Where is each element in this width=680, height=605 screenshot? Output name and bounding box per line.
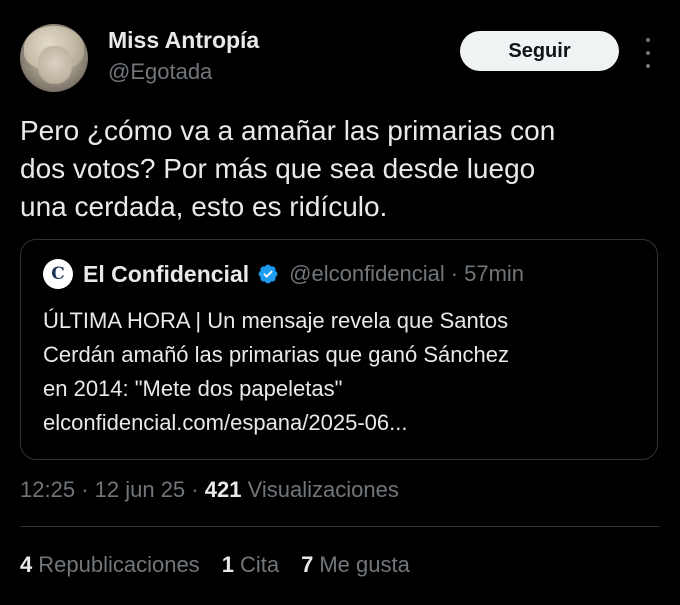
likes-label: Me gusta: [319, 552, 410, 577]
tweet-line: dos votos? Por más que sea desde luego: [20, 153, 536, 184]
quotes-stat[interactable]: 1 Cita: [222, 552, 279, 578]
tweet-time[interactable]: 12:25: [20, 477, 75, 502]
verified-badge-icon: [258, 264, 278, 284]
engagement-stats: 4 Republicaciones 1 Cita 7 Me gusta: [20, 552, 432, 578]
author-name[interactable]: Miss Antropía: [108, 27, 259, 54]
avatar-face: [38, 46, 72, 84]
tweet-date[interactable]: 12 jun 25: [95, 477, 186, 502]
views-count: 421: [204, 477, 242, 502]
more-vertical-icon[interactable]: [638, 38, 658, 68]
quoted-tweet-time[interactable]: 57min: [464, 261, 524, 287]
quotes-label: Cita: [239, 552, 280, 577]
views-label: Visualizaciones: [247, 477, 399, 502]
tweet-line: una cerdada, esto es ridículo.: [20, 191, 388, 222]
separator-dot: ·: [450, 261, 459, 286]
reposts-stat[interactable]: 4 Republicaciones: [20, 552, 200, 578]
quoted-tweet-text: ÚLTIMA HORA | Un mensaje revela que Sant…: [43, 304, 643, 440]
quotes-count: 1: [221, 552, 234, 577]
quoted-link[interactable]: elconfidencial.com/espana/2025-06...: [43, 406, 643, 440]
quoted-line: Cerdán amañó las primarias que ganó Sánc…: [43, 342, 509, 367]
quoted-tweet-card[interactable]: C El Confidencial @elconfidencial · 57mi…: [20, 239, 658, 460]
quoted-author-avatar[interactable]: C: [43, 259, 73, 289]
tweet-metadata: 12:25 · 12 jun 25 · 421 Visualizaciones: [20, 477, 399, 503]
quoted-avatar-letter: C: [51, 264, 65, 284]
quoted-line: en 2014: "Mete dos papeletas": [43, 376, 343, 401]
separator-dot: ·: [191, 477, 199, 502]
author-handle[interactable]: @Egotada: [108, 59, 212, 85]
dot: [646, 51, 650, 55]
reposts-label: Republicaciones: [38, 552, 200, 577]
quoted-line: ÚLTIMA HORA | Un mensaje revela que Sant…: [43, 308, 509, 333]
tweet-text: Pero ¿cómo va a amañar las primarias con…: [20, 112, 660, 226]
dot: [646, 64, 650, 68]
quoted-author-name[interactable]: El Confidencial: [83, 261, 249, 288]
likes-count: 7: [301, 552, 314, 577]
reposts-count: 4: [20, 552, 33, 577]
quoted-tweet-header: C El Confidencial @elconfidencial · 57mi…: [43, 258, 524, 290]
follow-button[interactable]: Seguir: [460, 31, 619, 71]
tweet-line: Pero ¿cómo va a amañar las primarias con: [20, 115, 556, 146]
divider: [20, 526, 660, 527]
dot: [646, 38, 650, 42]
quoted-author-handle[interactable]: @elconfidencial: [289, 261, 445, 287]
separator-dot: ·: [81, 477, 89, 502]
likes-stat[interactable]: 7 Me gusta: [301, 552, 410, 578]
author-avatar[interactable]: [20, 24, 88, 92]
